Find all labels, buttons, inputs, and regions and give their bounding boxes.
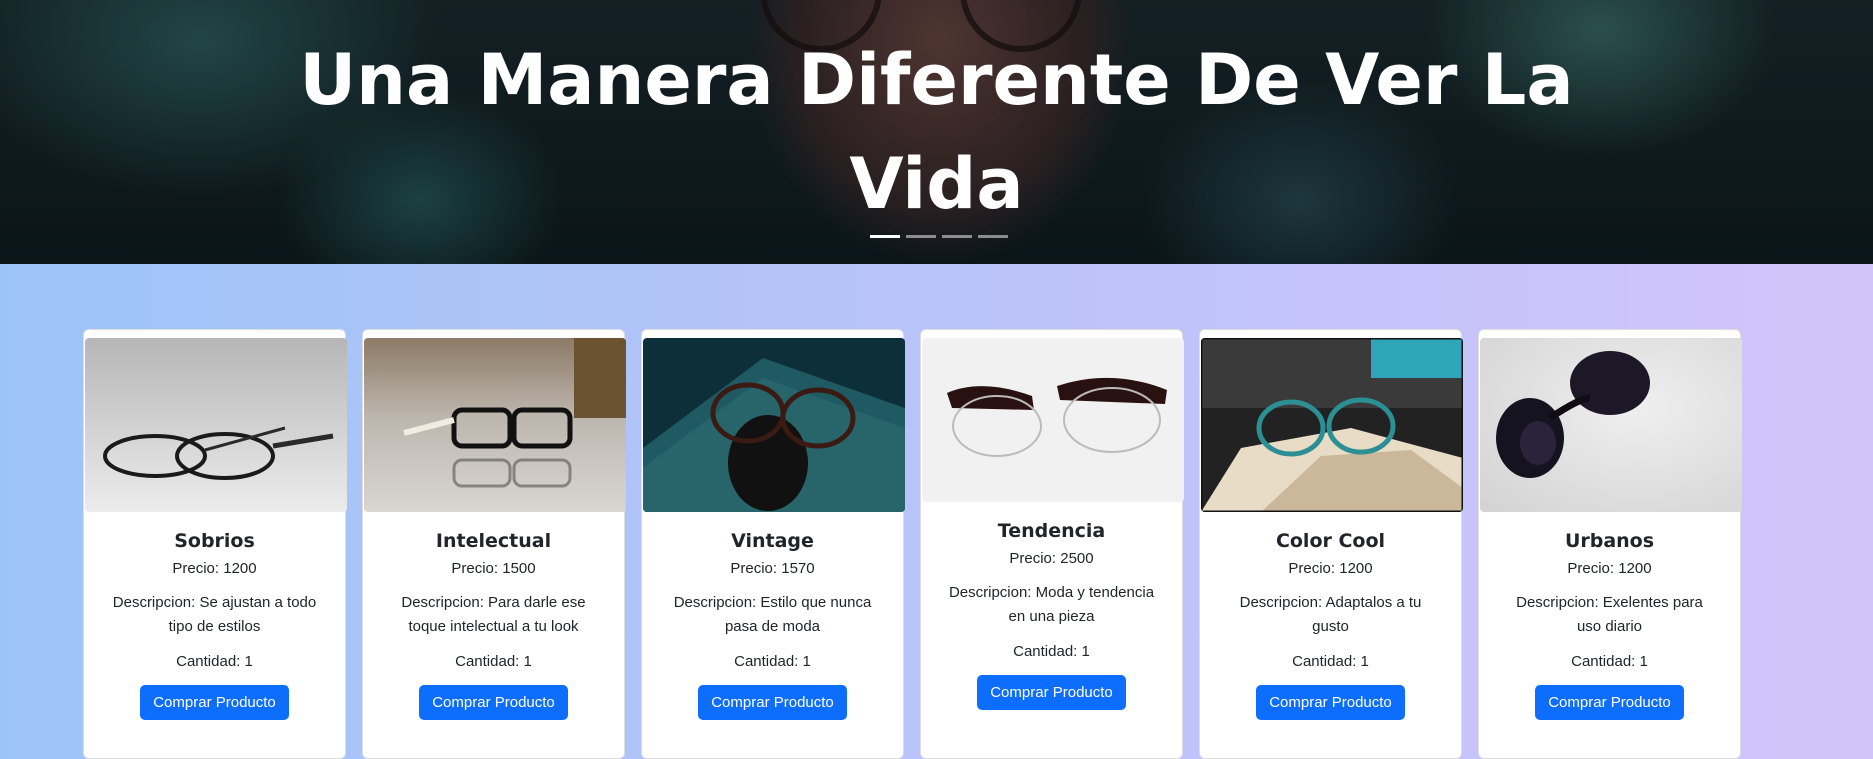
product-quantity: Cantidad: 1 (176, 653, 253, 670)
product-title: Tendencia (997, 520, 1106, 542)
buy-product-button[interactable]: Comprar Producto (698, 685, 847, 720)
product-price: Precio: 1500 (451, 560, 536, 577)
carousel-indicator-2[interactable] (906, 235, 936, 238)
product-price: Precio: 1200 (1288, 560, 1373, 577)
product-price: Precio: 1570 (730, 560, 815, 577)
product-image-vintage (642, 338, 905, 512)
buy-product-button[interactable]: Comprar Producto (1535, 685, 1684, 720)
product-description: Descripcion: Adaptalos a tu gusto (1239, 594, 1422, 635)
product-title: Intelectual (435, 530, 552, 552)
carousel-indicator-3[interactable] (942, 235, 972, 238)
product-quantity: Cantidad: 1 (455, 653, 532, 670)
product-quantity: Cantidad: 1 (1013, 643, 1090, 660)
product-title: Vintage (731, 530, 814, 552)
buy-product-button[interactable]: Comprar Producto (1256, 685, 1405, 720)
carousel-indicator-4[interactable] (978, 235, 1008, 238)
product-title: Color Cool (1275, 530, 1386, 552)
buy-product-button[interactable]: Comprar Producto (977, 675, 1126, 710)
product-price: Precio: 1200 (172, 560, 257, 577)
product-quantity: Cantidad: 1 (1292, 653, 1369, 670)
product-list: Sobrios Precio: 1200 Descripcion: Se aju… (83, 329, 1742, 759)
product-quantity: Cantidad: 1 (734, 653, 811, 670)
product-price: Precio: 1200 (1567, 560, 1652, 577)
product-price: Precio: 2500 (1009, 550, 1094, 567)
hero-carousel[interactable]: Una Manera Diferente De Ver La Vida (0, 0, 1873, 264)
carousel-indicator-1[interactable] (870, 235, 900, 238)
product-description: Descripcion: Para darle ese toque intele… (401, 594, 586, 635)
product-title: Sobrios (174, 530, 255, 552)
buy-product-button[interactable]: Comprar Producto (419, 685, 568, 720)
product-card-urbanos: Urbanos Precio: 1200 Descripcion: Exelen… (1478, 329, 1742, 759)
product-card-tendencia: Tendencia Precio: 2500 Descripcion: Moda… (920, 329, 1184, 759)
product-quantity: Cantidad: 1 (1571, 653, 1648, 670)
product-description: Descripcion: Exelentes para uso diario (1516, 594, 1703, 635)
product-card-sobrios: Sobrios Precio: 1200 Descripcion: Se aju… (83, 329, 347, 759)
product-description: Descripcion: Se ajustan a todo tipo de e… (112, 594, 317, 635)
product-image-tendencia (921, 338, 1184, 502)
product-card-color-cool: Color Cool Precio: 1200 Descripcion: Ada… (1199, 329, 1463, 759)
carousel-indicators (870, 235, 1008, 238)
product-card-intelectual: Intelectual Precio: 1500 Descripcion: Pa… (362, 329, 626, 759)
product-description: Descripcion: Moda y tendencia en una pie… (948, 584, 1155, 625)
product-image-intelectual (363, 338, 626, 512)
hero-title: Una Manera Diferente De Ver La Vida (299, 39, 1574, 225)
buy-product-button[interactable]: Comprar Producto (140, 685, 289, 720)
product-image-urbanos (1479, 338, 1742, 512)
product-image-sobrios (84, 338, 347, 512)
product-image-color-cool (1200, 338, 1463, 512)
product-title: Urbanos (1564, 530, 1655, 552)
product-card-vintage: Vintage Precio: 1570 Descripcion: Estilo… (641, 329, 905, 759)
product-description: Descripcion: Estilo que nunca pasa de mo… (673, 594, 872, 635)
